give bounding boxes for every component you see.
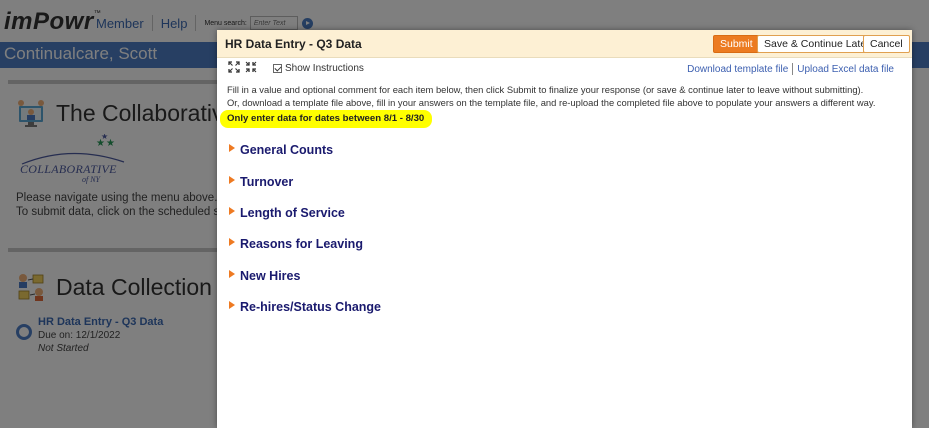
section-new-hires[interactable]: New Hires bbox=[229, 267, 300, 285]
section-length-of-service[interactable]: Length of Service bbox=[229, 204, 345, 222]
file-links: Download template file Upload Excel data… bbox=[687, 63, 894, 75]
expand-arrow-icon bbox=[229, 207, 235, 215]
modal-title: HR Data Entry - Q3 Data bbox=[225, 37, 362, 51]
section-reasons-for-leaving[interactable]: Reasons for Leaving bbox=[229, 235, 363, 253]
modal-header: HR Data Entry - Q3 Data Submit Save & Co… bbox=[217, 30, 912, 58]
section-label: Re-hires/Status Change bbox=[240, 300, 382, 314]
instructions-line: Or, download a template file above, fill… bbox=[227, 97, 876, 108]
modal-toolbar: Show Instructions Download template file… bbox=[217, 58, 912, 80]
upload-excel-link[interactable]: Upload Excel data file bbox=[797, 64, 894, 75]
section-label: Turnover bbox=[240, 175, 294, 189]
expand-all-icon[interactable] bbox=[228, 61, 240, 73]
show-instructions-checkbox[interactable] bbox=[273, 64, 282, 73]
instructions-text: Fill in a value and optional comment for… bbox=[227, 83, 875, 109]
section-label: Reasons for Leaving bbox=[240, 237, 363, 251]
section-rehires-status-change[interactable]: Re-hires/Status Change bbox=[229, 298, 381, 316]
download-template-link[interactable]: Download template file bbox=[687, 64, 788, 75]
expand-arrow-icon bbox=[229, 270, 235, 278]
expand-arrow-icon bbox=[229, 301, 235, 309]
date-range-notice: Only enter data for dates between 8/1 - … bbox=[220, 110, 433, 128]
section-label: New Hires bbox=[240, 269, 301, 283]
show-instructions-toggle[interactable]: Show Instructions bbox=[273, 63, 364, 74]
data-entry-modal: HR Data Entry - Q3 Data Submit Save & Co… bbox=[217, 30, 912, 428]
instructions-line: Fill in a value and optional comment for… bbox=[227, 84, 864, 95]
show-instructions-label: Show Instructions bbox=[285, 63, 364, 74]
section-general-counts[interactable]: General Counts bbox=[229, 141, 333, 159]
expand-arrow-icon bbox=[229, 144, 235, 152]
cancel-button[interactable]: Cancel bbox=[863, 35, 910, 53]
link-divider bbox=[792, 63, 794, 75]
expand-arrow-icon bbox=[229, 238, 235, 246]
section-label: Length of Service bbox=[240, 206, 345, 220]
submit-button[interactable]: Submit bbox=[713, 35, 760, 53]
expand-arrow-icon bbox=[229, 176, 235, 184]
collapse-all-icon[interactable] bbox=[245, 61, 257, 73]
section-turnover[interactable]: Turnover bbox=[229, 173, 293, 191]
save-continue-button[interactable]: Save & Continue Later bbox=[757, 35, 877, 53]
section-label: General Counts bbox=[240, 143, 334, 157]
